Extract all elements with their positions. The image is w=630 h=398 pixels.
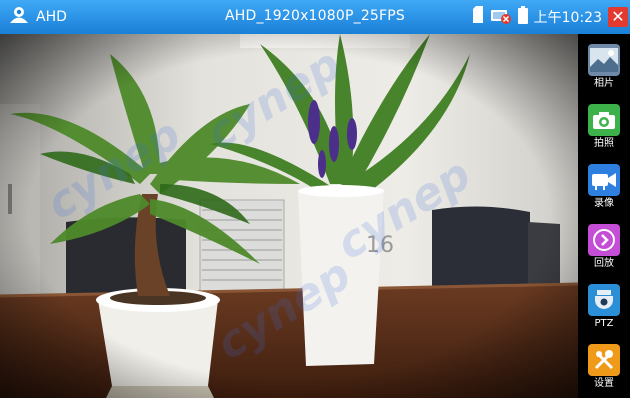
- sidebar-item-label: 设置: [594, 378, 614, 389]
- function-sidebar: 相片 拍照 录像 回放 PTZ 设置: [578, 34, 630, 398]
- video-preview[interactable]: 16 cynep cynep cynep cynep: [0, 34, 578, 398]
- video-camera-icon: [588, 164, 620, 196]
- tester-screen: AHD AHD_1920x1080P_25FPS 上午10:23 ✕ 相片 拍照…: [0, 0, 630, 398]
- sidebar-item-label: 相片: [594, 78, 614, 89]
- sidebar-item-ptz[interactable]: PTZ: [584, 284, 624, 330]
- clock: 上午10:23: [533, 10, 602, 26]
- battery-icon: [517, 6, 528, 28]
- sidebar-item-playback[interactable]: 回放: [584, 224, 624, 270]
- settings-tools-icon: [588, 344, 620, 376]
- sidebar-item-label: 回放: [594, 258, 614, 269]
- sidebar-item-label: 录像: [594, 198, 614, 209]
- sd-card-icon: [472, 6, 484, 28]
- ptz-dome-icon: [588, 284, 620, 316]
- sidebar-item-photos[interactable]: 相片: [584, 44, 624, 90]
- status-icons: 上午10:23 ✕: [472, 4, 630, 30]
- camera-icon: [588, 104, 620, 136]
- close-icon[interactable]: ✕: [608, 7, 628, 27]
- sidebar-item-record[interactable]: 录像: [584, 164, 624, 210]
- status-bar: AHD AHD_1920x1080P_25FPS 上午10:23 ✕: [0, 0, 630, 34]
- sidebar-item-label: PTZ: [594, 318, 614, 329]
- playback-icon: [588, 224, 620, 256]
- network-disconnected-icon: [490, 6, 512, 28]
- sidebar-item-settings[interactable]: 设置: [584, 344, 624, 390]
- sidebar-item-snapshot[interactable]: 拍照: [584, 104, 624, 150]
- sidebar-item-label: 拍照: [594, 138, 614, 149]
- photo-album-icon: [588, 44, 620, 76]
